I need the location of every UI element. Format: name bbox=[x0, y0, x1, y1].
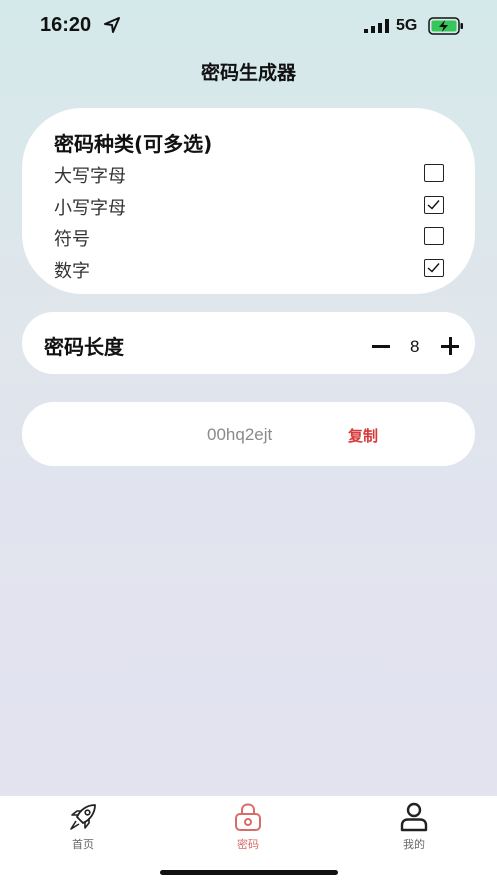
password-types-card: 密码种类(可多选) 大写字母 小写字母 符号 数字 bbox=[22, 108, 475, 294]
password-length-card: 密码长度 8 bbox=[22, 312, 475, 374]
person-icon bbox=[400, 802, 428, 832]
generated-password: 00hq2ejt bbox=[207, 425, 273, 444]
rocket-icon bbox=[70, 804, 96, 830]
signal-icon bbox=[364, 19, 389, 33]
option-digits[interactable]: 数字 bbox=[54, 255, 444, 283]
tab-password[interactable]: 密码 bbox=[208, 802, 288, 852]
tab-mine[interactable]: 我的 bbox=[374, 802, 454, 852]
tab-label: 密码 bbox=[237, 838, 259, 851]
length-value: 8 bbox=[410, 337, 420, 356]
option-label: 小写字母 bbox=[54, 198, 126, 219]
location-arrow-icon bbox=[104, 17, 120, 33]
lock-icon bbox=[235, 803, 261, 831]
checkmark-icon bbox=[427, 200, 440, 210]
symbols-checkbox[interactable] bbox=[424, 227, 444, 245]
tab-label: 首页 bbox=[72, 838, 94, 851]
tab-home[interactable]: 首页 bbox=[43, 802, 123, 852]
option-label: 大写字母 bbox=[54, 166, 126, 187]
increment-button[interactable] bbox=[441, 337, 459, 355]
battery-charging-icon bbox=[428, 17, 463, 35]
option-uppercase[interactable]: 大写字母 bbox=[54, 160, 444, 188]
checkmark-icon bbox=[427, 263, 440, 273]
decrement-button[interactable] bbox=[372, 345, 390, 348]
option-lowercase[interactable]: 小写字母 bbox=[54, 192, 444, 220]
network-type: 5G bbox=[396, 17, 418, 34]
option-label: 数字 bbox=[54, 261, 90, 282]
status-bar: 16:20 5G bbox=[0, 0, 497, 52]
option-label: 符号 bbox=[54, 229, 90, 250]
password-length-label: 密码长度 bbox=[44, 335, 124, 359]
copy-button[interactable]: 复制 bbox=[348, 425, 378, 446]
option-symbols[interactable]: 符号 bbox=[54, 223, 444, 251]
home-indicator bbox=[160, 870, 338, 875]
password-types-title: 密码种类(可多选) bbox=[54, 132, 213, 156]
lowercase-checkbox[interactable] bbox=[424, 196, 444, 214]
status-time: 16:20 bbox=[40, 14, 92, 36]
uppercase-checkbox[interactable] bbox=[424, 164, 444, 182]
password-result-card: 00hq2ejt 复制 bbox=[22, 402, 475, 466]
page-title: 密码生成器 bbox=[200, 62, 296, 84]
tab-label: 我的 bbox=[403, 838, 425, 851]
digits-checkbox[interactable] bbox=[424, 259, 444, 277]
